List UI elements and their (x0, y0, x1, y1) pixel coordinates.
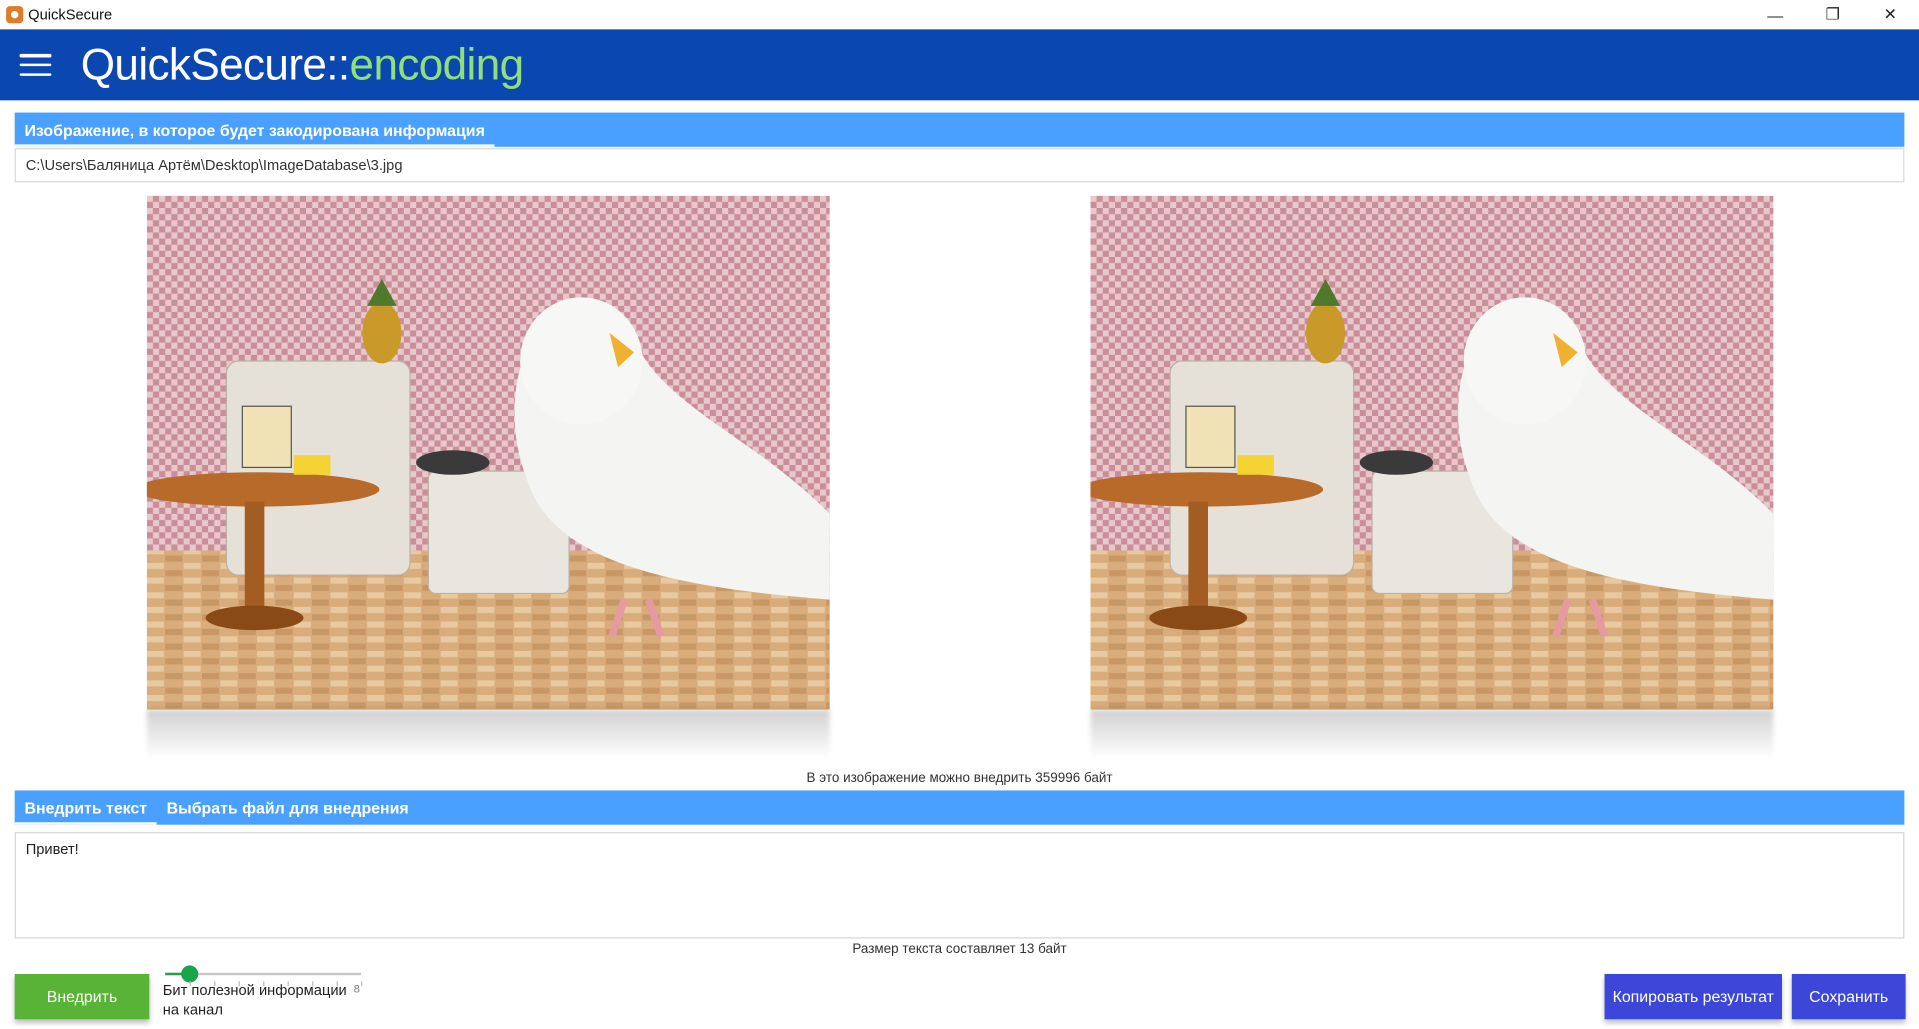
page-title: QuickSecure::encoding (81, 39, 524, 90)
app-icon (6, 6, 24, 24)
window-controls: — ❐ ✕ (1747, 0, 1919, 29)
image-section-bar: Изображение, в которое будет закодирован… (14, 112, 1905, 147)
embed-button[interactable]: Внедрить (14, 973, 150, 1020)
image-path-field[interactable]: C:\Users\Баляница Артём\Desktop\ImageDat… (14, 148, 1905, 183)
brand-separator: :: (326, 39, 350, 90)
copy-result-button[interactable]: Копировать результат (1604, 973, 1782, 1020)
module-name: encoding (349, 39, 525, 90)
original-image (146, 195, 830, 759)
tab-choose-file[interactable]: Выбрать файл для внедрения (157, 790, 419, 824)
window-title: QuickSecure (28, 6, 113, 24)
app-header: QuickSecure::encoding (0, 29, 1919, 101)
brand-name: QuickSecure (80, 39, 327, 90)
maximize-button[interactable]: ❐ (1804, 0, 1862, 29)
tab-embed-text[interactable]: Внедрить текст (14, 790, 158, 825)
minimize-button[interactable]: — (1747, 0, 1805, 29)
save-button[interactable]: Сохранить (1791, 973, 1906, 1020)
embed-text-input[interactable]: Привет! (14, 832, 1905, 939)
capacity-label: В это изображение можно внедрить 359996 … (806, 770, 1113, 786)
close-button[interactable]: ✕ (1862, 0, 1919, 29)
embed-section-bar: Внедрить текст Выбрать файл для внедрени… (14, 790, 1905, 825)
slider-label: Бит полезной информации на канал (162, 981, 347, 1019)
app-window: QuickSecure — ❐ ✕ QuickSecure::encoding … (0, 0, 1919, 1029)
result-image (1090, 195, 1774, 759)
text-size-label: Размер текста составляет 13 байт (852, 942, 1067, 957)
parrot-photo-original (146, 195, 830, 710)
hamburger-menu-icon[interactable] (19, 53, 52, 76)
title-bar: QuickSecure — ❐ ✕ (0, 0, 1919, 30)
parrot-photo-result (1090, 195, 1774, 710)
tab-image-source[interactable]: Изображение, в которое будет закодирован… (14, 113, 495, 147)
